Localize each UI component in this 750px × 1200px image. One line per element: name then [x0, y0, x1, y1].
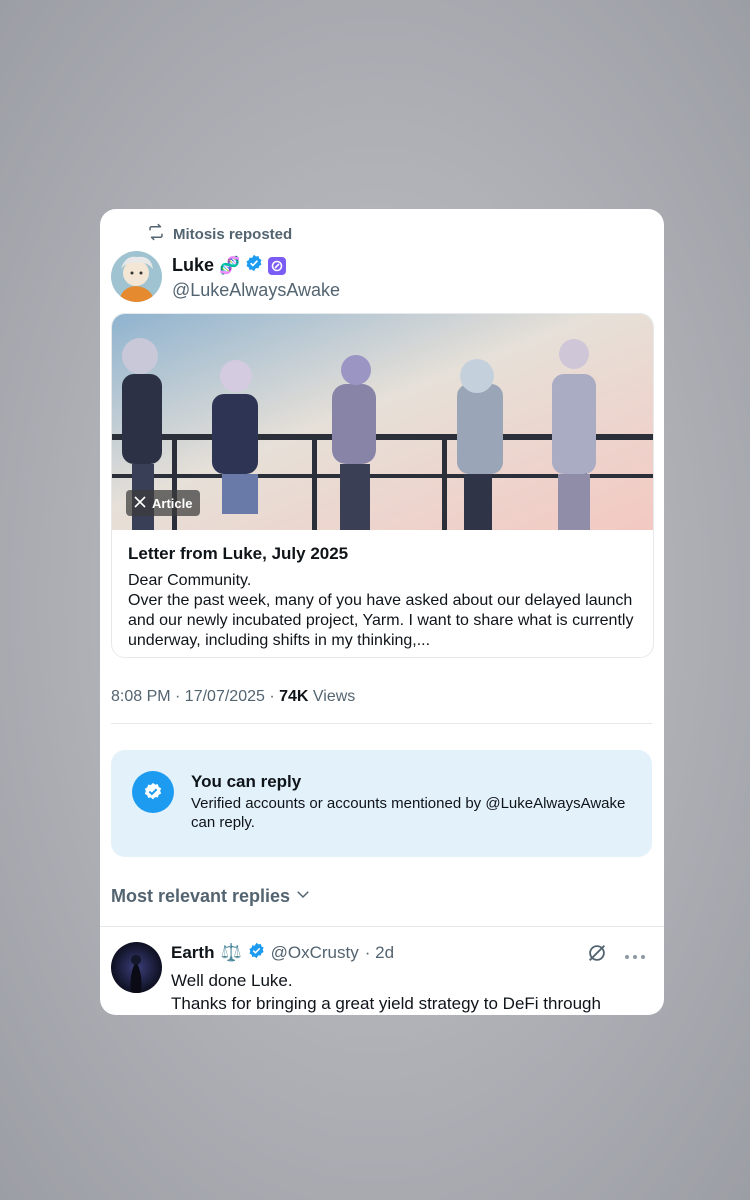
- author-handle[interactable]: @LukeAlwaysAwake: [172, 280, 340, 301]
- reply-line-2: Thanks for bringing a great yield strate…: [171, 994, 601, 1013]
- reply-author-handle[interactable]: @OxCrusty: [271, 943, 359, 963]
- repost-icon: [147, 223, 165, 245]
- reply-time[interactable]: · 2d: [365, 943, 394, 963]
- article-greeting: Dear Community.: [128, 572, 252, 589]
- replies-sort-dropdown[interactable]: Most relevant replies: [111, 885, 312, 908]
- author-avatar[interactable]: [111, 251, 162, 302]
- reply-notice-title: You can reply: [191, 772, 302, 791]
- verified-check-icon: [132, 771, 174, 813]
- reply-notice-desc: Verified accounts or accounts mentioned …: [191, 795, 626, 831]
- grok-icon[interactable]: [586, 942, 608, 969]
- reply-author-emoji: ⚖️: [220, 943, 242, 962]
- affiliate-badge-icon[interactable]: [268, 256, 287, 275]
- verified-icon: [245, 254, 263, 277]
- views-label: Views: [308, 688, 356, 705]
- article-badge: Article: [126, 490, 201, 516]
- divider: [111, 723, 652, 724]
- repost-label: Mitosis reposted: [173, 225, 293, 243]
- repost-indicator[interactable]: Mitosis reposted: [147, 223, 292, 245]
- verified-icon: [248, 942, 265, 964]
- tweet-card: Mitosis reposted Luke 🧬 @LukeAlwaysAwake…: [100, 209, 664, 1015]
- article-excerpt: Dear Community. Over the past week, many…: [128, 571, 648, 651]
- chevron-down-icon: [294, 885, 312, 908]
- x-logo-icon: [134, 495, 146, 511]
- reply-avatar[interactable]: [111, 942, 162, 993]
- reply-restriction-notice: You can reply Verified accounts or accou…: [111, 750, 652, 857]
- article-card[interactable]: Article Letter from Luke, July 2025 Dear…: [111, 313, 654, 658]
- reply-text: Well done Luke. Thanks for bringing a gr…: [171, 969, 641, 1015]
- divider: [100, 926, 664, 927]
- replies-sort-label: Most relevant replies: [111, 886, 291, 906]
- reply-author-name[interactable]: Earth: [171, 943, 214, 963]
- author-block: Luke 🧬 @LukeAlwaysAwake: [111, 251, 340, 302]
- author-emoji: 🧬: [219, 255, 241, 275]
- views-count: 74K: [279, 688, 309, 705]
- tweet-timestamp[interactable]: 8:08 PM · 17/07/2025 ·: [111, 688, 279, 705]
- article-body: Over the past week, many of you have ask…: [128, 592, 634, 649]
- more-options-icon[interactable]: [624, 947, 646, 965]
- reply-line-1: Well done Luke.: [171, 971, 293, 990]
- article-badge-label: Article: [152, 495, 193, 511]
- author-name[interactable]: Luke: [172, 255, 214, 276]
- article-title: Letter from Luke, July 2025: [128, 544, 349, 563]
- tweet-meta: 8:08 PM · 17/07/2025 · 74K Views: [111, 688, 355, 706]
